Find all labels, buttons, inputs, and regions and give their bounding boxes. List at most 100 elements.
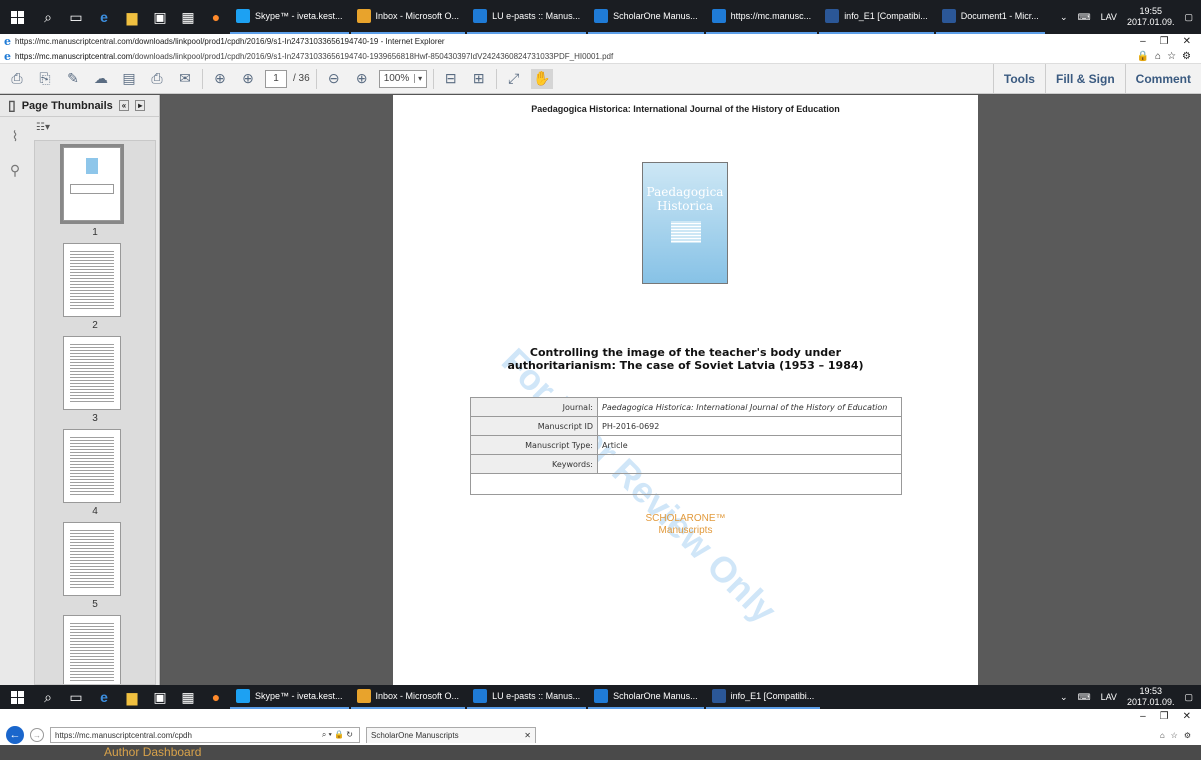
email-icon[interactable]: ✉ <box>174 69 196 89</box>
task-view-icon[interactable]: ▭ <box>62 0 90 34</box>
hand-tool-icon[interactable]: ✋ <box>530 68 553 89</box>
url-host: https://mc.manuscriptcentral.com <box>15 51 133 61</box>
thumbnail-page-5[interactable] <box>63 522 121 596</box>
address-bar[interactable]: e https://mc.manuscriptcentral.com/downl… <box>0 49 1201 64</box>
clock[interactable]: 19:53 2017.01.09. <box>1127 686 1175 708</box>
divider <box>315 68 317 89</box>
language-indicator[interactable]: LAV <box>1101 692 1117 702</box>
thumbnail-page-2[interactable] <box>63 243 121 317</box>
thumbnail-label: 5 <box>92 599 98 610</box>
taskbar-app-label: ScholarOne Manus... <box>613 11 698 21</box>
notification-icon[interactable]: ▢ <box>1184 692 1193 703</box>
search-icon[interactable]: ⌕ <box>34 685 62 709</box>
taskbar-app-button[interactable]: LU e-pasts :: Manus... <box>467 685 587 709</box>
fit-page-icon[interactable]: ⊟ <box>440 69 462 89</box>
taskbar-app-button[interactable]: Inbox - Microsoft O... <box>350 0 466 34</box>
keyboard-icon[interactable]: ⌨ <box>1078 692 1091 703</box>
restore-button[interactable]: ❐ <box>1160 711 1169 722</box>
thumbnail-label: 4 <box>92 506 98 517</box>
prev-page-icon[interactable]: ⊕ <box>209 69 231 89</box>
search-icon[interactable]: ⌕ <box>34 0 62 34</box>
expand-icon[interactable]: ▸ <box>135 100 146 111</box>
back-arrow-icon[interactable]: ← <box>6 726 24 744</box>
thumbnail-page-6[interactable] <box>63 615 121 684</box>
home-icon[interactable]: ⌂ <box>1155 51 1161 62</box>
page-number-input[interactable]: 1 <box>265 69 287 88</box>
start-button[interactable] <box>0 0 34 34</box>
zoom-out-icon[interactable]: ⊖ <box>323 69 345 89</box>
save-disk-icon[interactable]: ▤ <box>118 69 140 89</box>
save-icon[interactable]: ⎙ <box>6 69 28 89</box>
task-view-icon[interactable]: ▭ <box>62 685 90 709</box>
taskbar-app-button[interactable]: Document1 - Micr... <box>935 0 1045 34</box>
zoom-in-icon[interactable]: ⊕ <box>351 69 373 89</box>
firefox-icon[interactable]: ● <box>202 0 230 34</box>
taskbar-app-label: ScholarOne Manus... <box>613 691 698 701</box>
taskbar-app-button[interactable]: LU e-pasts :: Manus... <box>467 0 587 34</box>
pdf-page: Paedagogica Historica: International Jou… <box>393 95 978 685</box>
file-explorer-icon[interactable]: ▆ <box>118 685 146 709</box>
store-icon[interactable]: ▣ <box>146 685 174 709</box>
taskbar-app-button[interactable]: Skype™ - iveta.kest... <box>230 0 349 34</box>
upload-icon[interactable]: ☁ <box>90 69 112 89</box>
store-icon[interactable]: ▣ <box>146 0 174 34</box>
app-icon <box>236 9 250 23</box>
file-explorer-icon[interactable]: ▆ <box>118 0 146 34</box>
fit-width-icon[interactable]: ⊞ <box>468 69 490 89</box>
taskbar-app-button[interactable]: https://mc.manusc... <box>705 0 818 34</box>
print-icon[interactable]: ⎙ <box>146 69 168 89</box>
comment-button[interactable]: Comment <box>1124 64 1201 93</box>
taskbar-app-button[interactable]: info_E1 [Compatibi... <box>705 685 821 709</box>
options-icon[interactable]: ☷▾ <box>36 122 50 133</box>
favorites-icon[interactable]: ☆ <box>1167 51 1176 62</box>
edit-icon[interactable]: ✎ <box>62 69 84 89</box>
settings-icon[interactable]: ⚙ <box>1182 51 1191 62</box>
calculator-icon[interactable]: ▦ <box>174 0 202 34</box>
chevron-up-icon[interactable]: ⌄ <box>1060 12 1068 23</box>
firefox-icon[interactable]: ● <box>202 685 230 709</box>
restore-button[interactable]: ❐ <box>1160 36 1169 47</box>
close-button[interactable]: ✕ <box>1183 36 1191 47</box>
create-pdf-icon[interactable]: ⎘ <box>34 69 56 89</box>
notification-icon[interactable]: ▢ <box>1184 12 1193 23</box>
settings-icon[interactable]: ⚙ <box>1184 731 1191 740</box>
home-icon[interactable]: ⌂ <box>1160 731 1165 740</box>
search-icon[interactable]: ⌕ ▾ 🔒 ↻ <box>322 730 353 740</box>
edge-icon[interactable]: e <box>90 685 118 709</box>
minimize-button[interactable]: – <box>1140 711 1146 722</box>
edge-icon[interactable]: e <box>90 0 118 34</box>
language-indicator[interactable]: LAV <box>1101 12 1117 22</box>
fullscreen-icon[interactable]: ⤢ <box>503 69 525 89</box>
close-button[interactable]: ✕ <box>1183 711 1191 722</box>
thumbnail-page-1[interactable] <box>60 144 124 224</box>
favorites-icon[interactable]: ☆ <box>1171 731 1178 740</box>
url-input[interactable]: https://mc.manuscriptcentral.com/cpdh ⌕ … <box>50 727 360 743</box>
zoom-select[interactable]: 100% ▾ <box>378 69 427 88</box>
chevron-up-icon[interactable]: ⌄ <box>1060 692 1068 703</box>
minimize-button[interactable]: – <box>1140 36 1146 47</box>
attachment-icon[interactable]: ⌇ <box>0 119 30 153</box>
taskbar-app-button[interactable]: ScholarOne Manus... <box>588 0 704 34</box>
taskbar-app-button[interactable]: Inbox - Microsoft O... <box>350 685 466 709</box>
thumbnail-page-4[interactable] <box>63 429 121 503</box>
clock[interactable]: 19:55 2017.01.09. <box>1127 6 1175 28</box>
start-button[interactable] <box>0 685 34 709</box>
document-viewer[interactable]: Paedagogica Historica: International Jou… <box>161 95 1201 685</box>
app-icon <box>594 689 609 703</box>
close-tab-icon[interactable]: ✕ <box>524 731 531 740</box>
taskbar-app-label: info_E1 [Compatibi... <box>730 691 815 701</box>
next-page-icon[interactable]: ⊕ <box>237 69 259 89</box>
calculator-icon[interactable]: ▦ <box>174 685 202 709</box>
binoculars-icon[interactable]: ⚲ <box>0 153 30 187</box>
fill-sign-button[interactable]: Fill & Sign <box>1044 64 1125 93</box>
taskbar-app-button[interactable]: Skype™ - iveta.kest... <box>230 685 349 709</box>
collapse-icon[interactable]: « <box>118 100 130 111</box>
taskbar-app-button[interactable]: info_E1 [Compatibi... <box>819 0 934 34</box>
tools-button[interactable]: Tools <box>992 64 1045 93</box>
app-icon <box>711 9 726 23</box>
browser-tab[interactable]: ScholarOne Manuscripts ✕ <box>366 727 536 743</box>
taskbar-app-button[interactable]: ScholarOne Manus... <box>588 685 704 709</box>
thumbnail-page-3[interactable] <box>63 336 121 410</box>
forward-arrow-icon[interactable]: → <box>30 728 44 742</box>
keyboard-icon[interactable]: ⌨ <box>1078 12 1091 23</box>
